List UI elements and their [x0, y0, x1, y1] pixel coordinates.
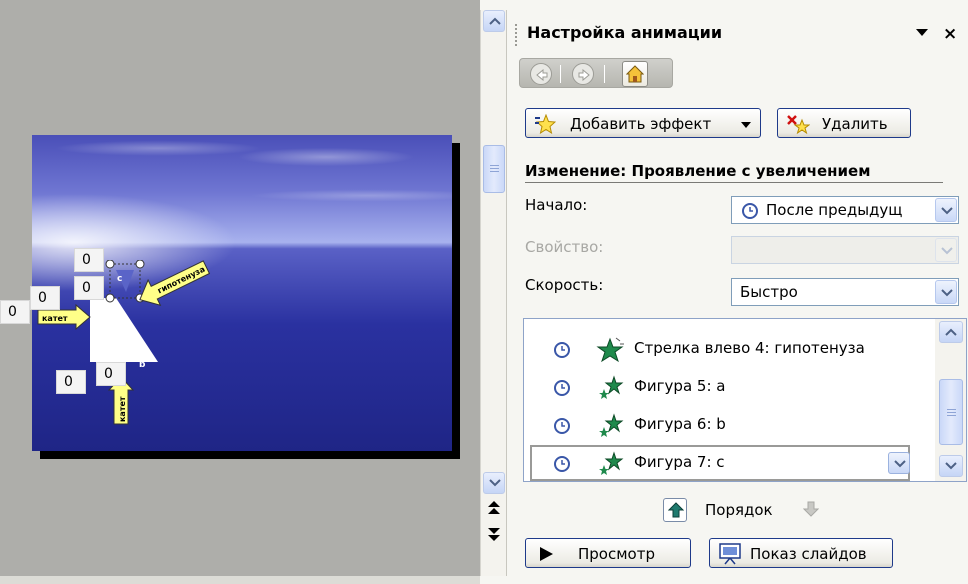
clock-icon — [742, 203, 758, 219]
start-dropdown-button[interactable] — [935, 198, 957, 222]
effect-label: Фигура 6: b — [634, 415, 726, 433]
slideshow-icon — [719, 543, 741, 565]
effect-item-selected[interactable]: Фигура 7: c — [530, 445, 910, 481]
emphasis-star-icon — [596, 337, 624, 363]
entrance-star-icon — [599, 375, 624, 399]
chevron-up-icon — [489, 17, 501, 25]
pane-menu-icon[interactable] — [915, 28, 929, 37]
next-slide-icon[interactable] — [487, 526, 501, 542]
leg-text-1: катет — [42, 314, 68, 323]
effect-label: Фигура 7: c — [634, 453, 725, 471]
forward-arrow-icon — [578, 69, 590, 81]
back-arrow-icon — [536, 69, 548, 81]
effect-options-dropdown[interactable] — [888, 452, 910, 474]
scroll-thumb[interactable] — [483, 145, 505, 193]
start-select[interactable]: После предыдущ — [731, 196, 959, 224]
bottom-strip — [0, 576, 480, 584]
forward-button[interactable] — [572, 63, 594, 85]
dropdown-arrow-icon — [741, 122, 751, 128]
animation-effect-list[interactable]: Стрелка влево 4: гипотенуза Фигура 5: a … — [523, 318, 967, 482]
up-arrow-icon — [668, 502, 684, 518]
animation-number-tag[interactable]: 0 — [30, 286, 60, 310]
remove-effect-icon — [787, 115, 810, 134]
grip-icon — [947, 409, 956, 418]
chevron-down-icon — [945, 462, 957, 470]
hypotenuse-arrow[interactable]: гипотенуза — [132, 255, 216, 311]
speed-value: Быстро — [740, 283, 798, 301]
move-down-button — [799, 498, 823, 522]
pane-grip[interactable] — [515, 24, 517, 46]
animation-number-tag[interactable]: 0 — [0, 300, 30, 324]
add-effect-label: Добавить эффект — [570, 115, 712, 133]
remove-effect-label: Удалить — [822, 115, 888, 133]
corner-letter-c: c — [117, 274, 123, 284]
speed-label: Скорость: — [525, 276, 604, 294]
animation-number-tag[interactable]: 0 — [56, 370, 86, 394]
entrance-star-icon — [599, 451, 624, 475]
clock-icon — [554, 342, 570, 358]
add-effect-star-icon — [535, 114, 556, 134]
nav-divider — [560, 65, 561, 83]
effect-label: Фигура 5: a — [634, 377, 726, 395]
scroll-up-button[interactable] — [483, 10, 505, 32]
effect-label: Стрелка влево 4: гипотенуза — [634, 339, 865, 357]
modify-heading: Изменение: Проявление с увеличением — [525, 162, 943, 183]
corner-letter-b: b — [139, 360, 146, 370]
effect-item[interactable]: Фигура 5: a — [524, 369, 932, 405]
animation-number-tag[interactable]: 0 — [74, 248, 104, 272]
effect-item[interactable]: Стрелка влево 4: гипотенуза — [524, 331, 932, 367]
slide-area-scrollbar[interactable] — [480, 10, 506, 576]
start-label: Начало: — [525, 196, 588, 214]
effect-list-scrollbar[interactable] — [935, 319, 966, 481]
leg-text-2: катет — [118, 396, 127, 422]
chevron-down-icon — [894, 460, 906, 468]
list-scroll-down-button[interactable] — [939, 455, 963, 477]
sky-background — [32, 135, 452, 245]
property-select — [731, 236, 959, 264]
custom-animation-pane: Настройка анимации × Добавить эффект Уда… — [506, 10, 968, 576]
entrance-star-icon — [599, 413, 624, 437]
back-button[interactable] — [530, 63, 552, 85]
list-scroll-thumb[interactable] — [939, 379, 963, 445]
play-icon — [540, 547, 553, 561]
property-dropdown-button — [935, 238, 957, 262]
clock-icon — [554, 418, 570, 434]
effect-item[interactable]: Фигура 6: b — [524, 407, 932, 443]
chevron-down-icon — [941, 289, 953, 297]
nav-divider — [604, 65, 605, 83]
home-icon — [626, 65, 644, 83]
clock-icon — [554, 380, 570, 396]
add-effect-button[interactable]: Добавить эффект — [525, 108, 761, 138]
home-button[interactable] — [622, 61, 648, 87]
chevron-up-icon — [945, 328, 957, 336]
list-scroll-up-button[interactable] — [939, 321, 963, 343]
chevron-down-icon — [489, 479, 501, 487]
speed-select[interactable]: Быстро — [731, 278, 959, 306]
pane-navigation — [519, 58, 673, 88]
clock-icon — [554, 456, 570, 472]
previous-slide-icon[interactable] — [487, 500, 501, 516]
remove-effect-button[interactable]: Удалить — [777, 108, 911, 138]
chevron-down-icon — [941, 247, 953, 255]
close-icon[interactable]: × — [943, 24, 957, 44]
down-arrow-icon — [803, 501, 819, 517]
play-label: Просмотр — [578, 545, 655, 563]
scroll-down-button[interactable] — [483, 472, 505, 494]
speed-dropdown-button[interactable] — [935, 280, 957, 304]
start-value: После предыдущ — [766, 201, 903, 219]
animation-number-tag[interactable]: 0 — [96, 362, 126, 386]
grip-icon — [490, 165, 499, 174]
chevron-down-icon — [941, 207, 953, 215]
slideshow-button[interactable]: Показ слайдов — [709, 538, 893, 568]
slide-editing-area[interactable]: c b гипотенуза катет катет 0 0 0 0 0 0 0 — [0, 0, 480, 584]
pane-title: Настройка анимации — [527, 23, 723, 42]
play-button[interactable]: Просмотр — [525, 538, 691, 568]
order-label: Порядок — [705, 501, 773, 519]
property-label: Свойство: — [525, 238, 604, 256]
move-up-button[interactable] — [663, 498, 687, 522]
animation-number-tag[interactable]: 0 — [74, 276, 104, 300]
slideshow-label: Показ слайдов — [750, 545, 867, 563]
